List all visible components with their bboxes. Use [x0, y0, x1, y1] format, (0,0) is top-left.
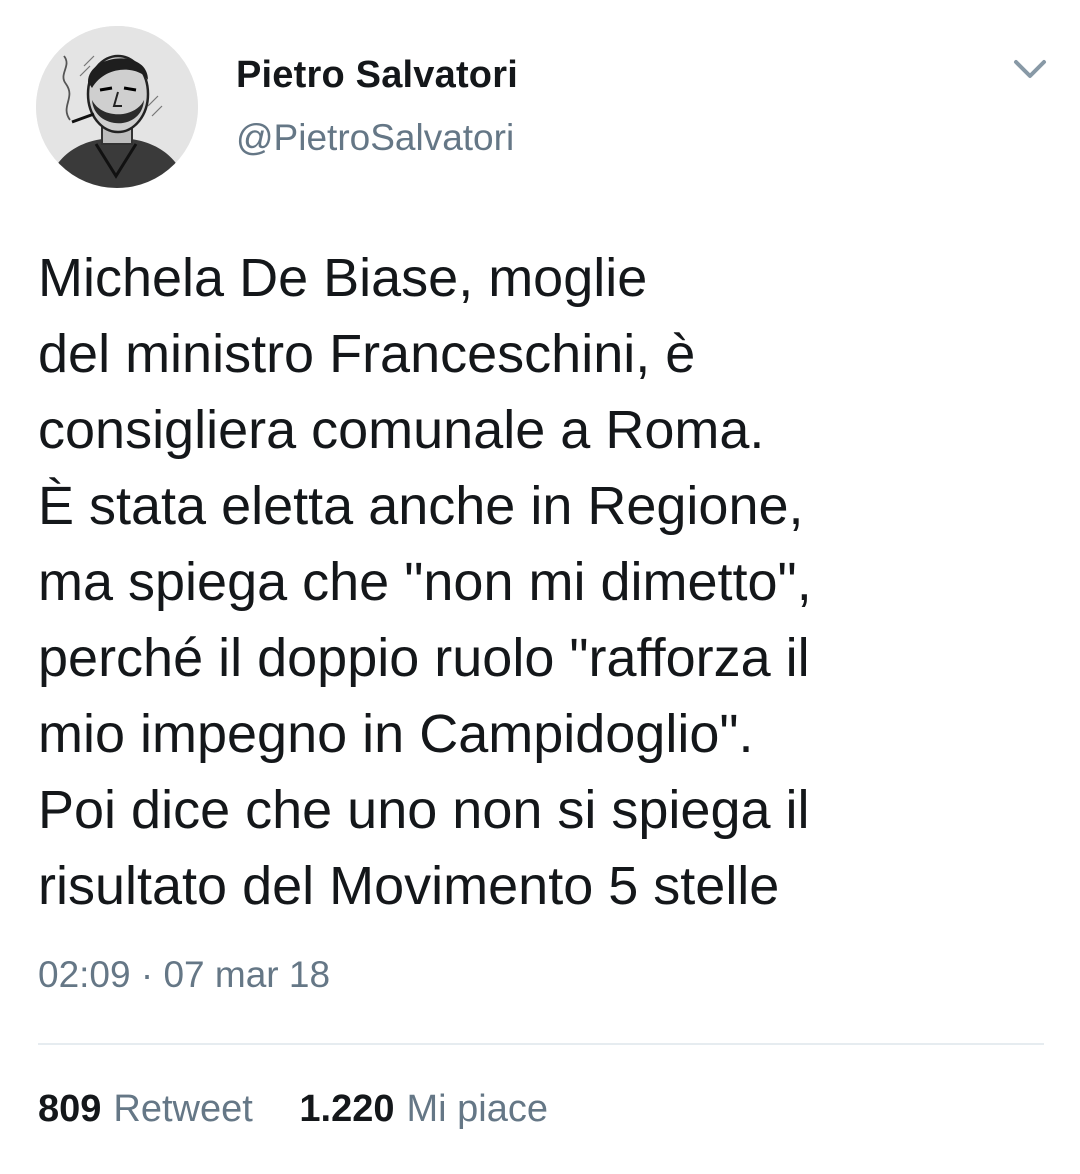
likes-count: 1.220 [299, 1088, 395, 1130]
likes-stat[interactable]: 1.220 Mi piace [299, 1088, 548, 1131]
tweet-timestamp[interactable]: 02:09 · 07 mar 18 [38, 954, 330, 996]
tweet-stats: 809 Retweet 1.220 Mi piace [38, 1088, 548, 1131]
divider [38, 1043, 1044, 1045]
user-handle[interactable]: @PietroSalvatori [236, 117, 514, 159]
avatar[interactable] [36, 26, 198, 188]
sketch-portrait-icon [36, 26, 198, 188]
display-name[interactable]: Pietro Salvatori [236, 54, 518, 97]
chevron-down-icon[interactable] [1006, 52, 1054, 88]
tweet-card: Pietro Salvatori @PietroSalvatori Michel… [0, 0, 1080, 1174]
likes-label: Mi piace [406, 1088, 548, 1130]
tweet-text: Michela De Biase, moglie del ministro Fr… [38, 248, 812, 916]
retweets-count: 809 [38, 1088, 102, 1130]
retweets-stat[interactable]: 809 Retweet [38, 1088, 253, 1131]
retweets-label: Retweet [113, 1088, 253, 1130]
